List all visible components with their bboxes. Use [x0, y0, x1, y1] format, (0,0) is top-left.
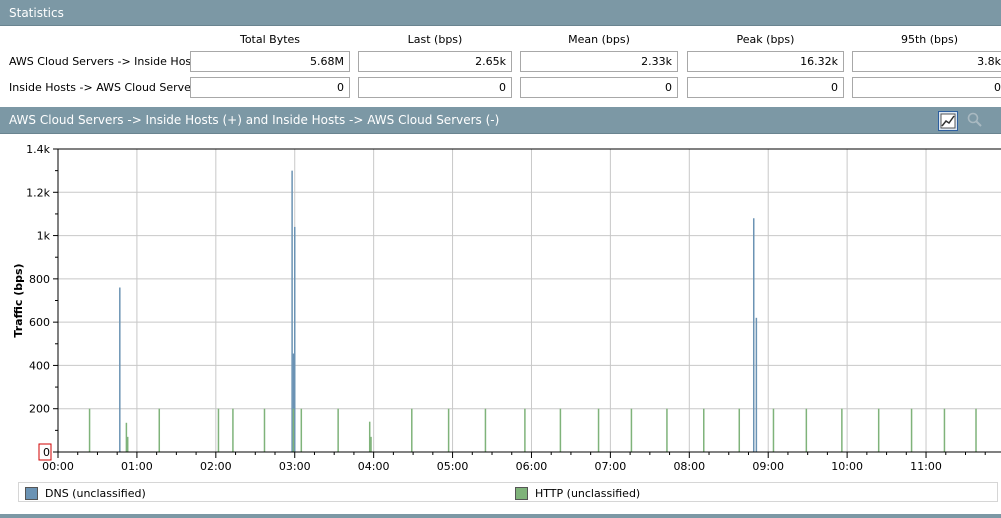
y-axis-label: Traffic (bps): [12, 263, 25, 337]
statistics-header: Statistics: [0, 0, 1001, 26]
x-tick-label: 00:00: [42, 460, 74, 473]
x-tick-label: 07:00: [595, 460, 627, 473]
http-bar: [772, 408, 775, 452]
dns-bar: [293, 226, 296, 452]
http-bar: [738, 408, 741, 452]
chart-header: AWS Cloud Servers -> Inside Hosts (+) an…: [0, 107, 1001, 134]
legend-item-http[interactable]: HTTP (unclassified): [515, 485, 640, 501]
legend-swatch-dns: [25, 486, 38, 500]
x-tick-label: 06:00: [516, 460, 548, 473]
zoom-button[interactable]: [966, 111, 986, 131]
x-tick-label: 01:00: [121, 460, 153, 473]
peak-bps-inbound-field: 16.32k: [687, 51, 844, 72]
x-tick-label: 08:00: [673, 460, 705, 473]
http-bar: [217, 408, 220, 452]
y-tick-label: 200: [29, 403, 50, 416]
statistics-table: Total Bytes Last (bps) Mean (bps) Peak (…: [0, 26, 1001, 107]
http-bar: [370, 436, 372, 452]
x-tick-label: 03:00: [279, 460, 311, 473]
line-chart-icon: [940, 113, 956, 129]
legend-item-dns[interactable]: DNS (unclassified): [25, 485, 146, 501]
col-95th-bps: 95th (bps): [900, 33, 959, 46]
http-bar: [263, 408, 266, 452]
x-tick-label: 09:00: [752, 460, 784, 473]
col-total-bytes: Total Bytes: [239, 33, 301, 46]
total-bytes-outbound-field: 0: [190, 77, 350, 98]
http-bar: [630, 408, 633, 452]
http-bar: [126, 436, 129, 452]
http-bar: [666, 408, 668, 452]
http-bar: [975, 408, 977, 452]
95th-bps-outbound-field: 0: [852, 77, 1001, 98]
http-bar: [300, 408, 303, 452]
95th-bps-inbound-field: 3.8k: [852, 51, 1001, 72]
y-tick-label: 600: [29, 316, 50, 329]
http-bar: [337, 408, 339, 452]
x-tick-label: 11:00: [910, 460, 942, 473]
http-bar: [910, 408, 913, 452]
y-tick-label: 800: [29, 273, 50, 286]
http-bar: [841, 408, 843, 452]
total-bytes-inbound-field: 5.68M: [190, 51, 350, 72]
dns-bar: [291, 170, 293, 452]
y-tick-label: 1k: [37, 230, 51, 243]
http-bar: [292, 408, 295, 452]
mean-bps-outbound-field: 0: [520, 77, 678, 98]
http-bar: [524, 408, 526, 452]
x-tick-label: 04:00: [358, 460, 390, 473]
chart-legend: DNS (unclassified) HTTP (unclassified): [18, 482, 998, 502]
http-bar: [559, 408, 562, 452]
statistics-title: Statistics: [9, 6, 64, 20]
row-label-outbound: Inside Hosts -> AWS Cloud Servers:: [9, 81, 205, 94]
y-tick-label: 1.4k: [26, 143, 50, 156]
http-bar: [943, 408, 946, 452]
panel-bottom-border: [0, 514, 1001, 518]
zoom-icon: [967, 112, 982, 127]
row-label-inbound: AWS Cloud Servers -> Inside Hosts:: [9, 55, 205, 68]
http-bar: [703, 408, 705, 452]
last-bps-outbound-field: 0: [358, 77, 512, 98]
dns-bar: [752, 218, 755, 452]
col-peak-bps: Peak (bps): [736, 33, 795, 46]
http-bar: [232, 408, 234, 452]
legend-swatch-http: [515, 486, 528, 500]
mean-bps-inbound-field: 2.33k: [520, 51, 678, 72]
http-bar: [597, 408, 600, 452]
http-bar: [447, 408, 450, 452]
traffic-chart: 0 200 400 600 800 1k 1.2k 1.4k 00:00 01:00 02:00 03…: [12, 143, 1001, 473]
http-bar: [484, 408, 487, 452]
http-bar: [368, 421, 371, 452]
legend-label-dns: DNS (unclassified): [45, 486, 146, 500]
http-bar: [158, 408, 161, 452]
x-tick-label: 05:00: [437, 460, 469, 473]
http-bar: [125, 422, 128, 452]
y-tick-label: 0: [43, 446, 50, 459]
x-tick-label: 02:00: [200, 460, 232, 473]
peak-bps-outbound-field: 0: [687, 77, 844, 98]
col-last-bps: Last (bps): [407, 33, 463, 46]
dns-bar: [755, 317, 758, 452]
http-bar: [411, 408, 413, 452]
http-bar: [877, 408, 880, 452]
last-bps-inbound-field: 2.65k: [358, 51, 512, 72]
http-bar: [88, 408, 91, 452]
chart-title: AWS Cloud Servers -> Inside Hosts (+) an…: [9, 113, 500, 127]
x-tick-label: 10:00: [831, 460, 863, 473]
y-tick-label: 1.2k: [26, 186, 50, 199]
dns-bar: [119, 287, 121, 452]
http-bar: [805, 408, 808, 452]
y-tick-label: 400: [29, 359, 50, 372]
legend-label-http: HTTP (unclassified): [535, 486, 641, 500]
col-mean-bps: Mean (bps): [568, 33, 630, 46]
line-chart-button[interactable]: [938, 111, 958, 131]
